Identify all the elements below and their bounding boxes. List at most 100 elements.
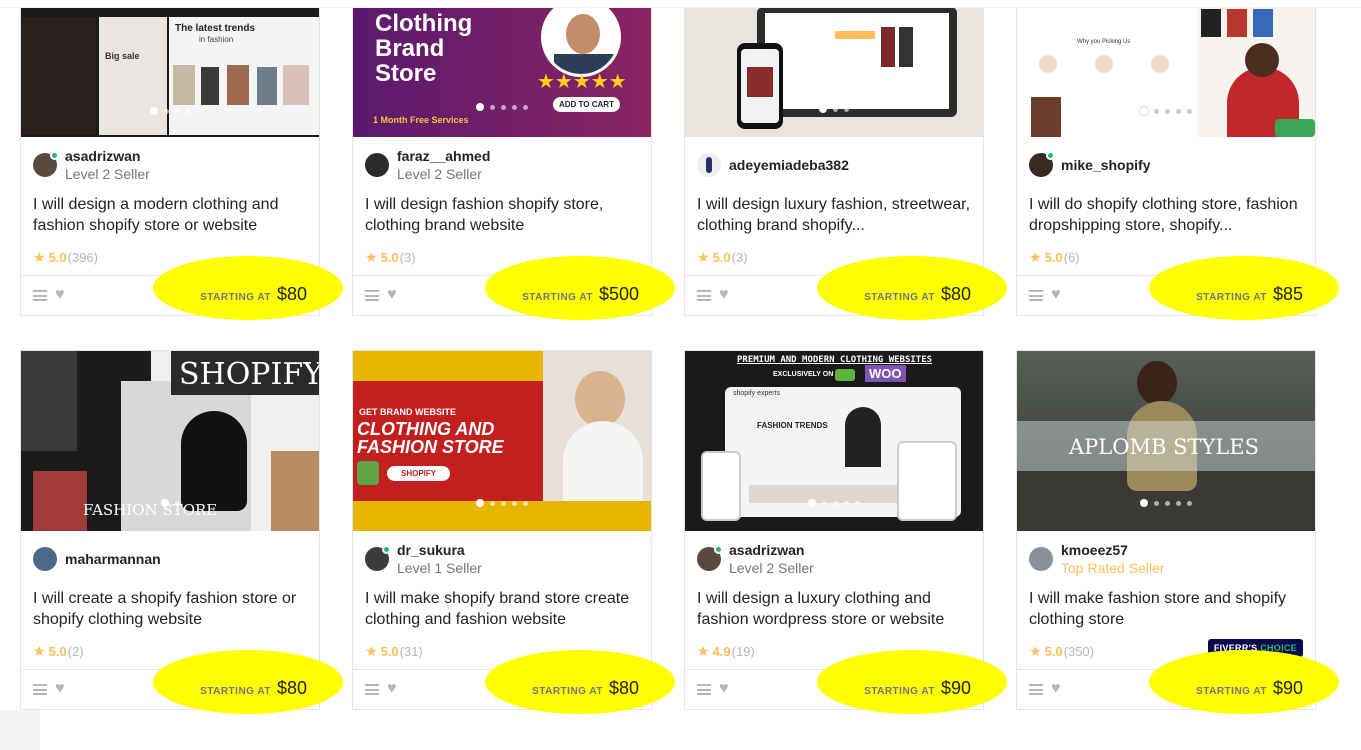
gig-card[interactable]: APLOMB STYLES kmoeez57 Top Rated Seller … [1016, 350, 1339, 714]
seller-info[interactable]: kmoeez57 Top Rated Seller [1029, 539, 1165, 579]
carousel-dots[interactable] [685, 99, 983, 117]
gig-title[interactable]: I will make fashion store and shopify cl… [1029, 588, 1303, 630]
price-label: STARTING AT [1196, 292, 1267, 303]
gig-rating: ★ 5.0 (350) [1029, 643, 1094, 660]
gig-card[interactable]: GET BRAND WEBSITE CLOTHING AND FASHION S… [352, 350, 675, 714]
price-value: $80 [276, 284, 307, 304]
gig-price[interactable]: STARTING AT $90 [864, 678, 971, 699]
seller-info[interactable]: dr_sukura Level 1 Seller [365, 539, 482, 579]
seller-name[interactable]: faraz__ahmed [397, 148, 490, 165]
seller-info[interactable]: maharmannan [33, 539, 161, 579]
price-value: $80 [940, 284, 971, 304]
gig-thumbnail[interactable]: Why you Picking Us [1017, 0, 1315, 137]
seller-avatar[interactable] [33, 547, 57, 571]
heart-icon[interactable]: ♥ [55, 286, 65, 304]
gig-title[interactable]: I will design luxury fashion, streetwear… [697, 194, 971, 236]
cover-line3: FASHION STORE [357, 437, 504, 457]
seller-avatar[interactable] [365, 545, 391, 571]
gig-thumbnail[interactable]: GET BRAND WEBSITE CLOTHING AND FASHION S… [353, 351, 651, 531]
gig-card[interactable]: SHOPIFY FASHION STORE maharmannan I will… [20, 350, 343, 714]
list-icon[interactable] [33, 684, 47, 695]
gig-price[interactable]: STARTING AT $80 [200, 284, 307, 305]
list-icon[interactable] [1029, 684, 1043, 695]
seller-info[interactable]: mike_shopify [1029, 145, 1150, 185]
gig-card[interactable]: The latest trends in fashion Big sale as… [20, 0, 343, 320]
cover-cta: SHOPIFY [387, 466, 451, 481]
gig-title[interactable]: I will do shopify clothing store, fashio… [1029, 194, 1303, 236]
gig-price[interactable]: STARTING AT $90 [1196, 678, 1303, 699]
cover-line1: SHOPIFY [179, 357, 319, 392]
seller-level: Top Rated Seller [1061, 559, 1165, 576]
heart-icon[interactable]: ♥ [387, 680, 397, 698]
carousel-dots[interactable] [353, 493, 651, 511]
gig-thumbnail[interactable] [685, 0, 983, 137]
gig-card[interactable]: Clothing Brand Store ★★★★★ ADD TO CART 1… [352, 0, 675, 320]
heart-icon[interactable]: ♥ [387, 286, 397, 304]
carousel-dots[interactable] [353, 97, 651, 115]
price-value: $80 [276, 678, 307, 698]
seller-avatar[interactable] [1029, 151, 1055, 177]
gig-thumbnail[interactable]: The latest trends in fashion Big sale [21, 0, 319, 137]
cover-line3: FASHION TRENDS [757, 421, 828, 430]
cover-tag: Big sale [105, 51, 140, 61]
gig-thumbnail[interactable]: PREMIUM AND MODERN CLOTHING WEBSITES EXC… [685, 351, 983, 531]
seller-avatar[interactable] [697, 153, 721, 177]
seller-name[interactable]: adeyemiadeba382 [729, 157, 849, 174]
seller-name[interactable]: mike_shopify [1061, 157, 1150, 174]
gig-price[interactable]: STARTING AT $80 [200, 678, 307, 699]
seller-info[interactable]: asadrizwan Level 2 Seller [33, 145, 150, 185]
heart-icon[interactable]: ♥ [1051, 680, 1061, 698]
heart-icon[interactable]: ♥ [719, 286, 729, 304]
rating-value: 5.0 [380, 250, 399, 265]
carousel-dots[interactable] [1017, 101, 1315, 119]
list-icon[interactable] [697, 684, 711, 695]
gig-title[interactable]: I will design fashion shopify store, clo… [365, 194, 639, 236]
heart-icon[interactable]: ♥ [719, 680, 729, 698]
seller-avatar[interactable] [697, 545, 723, 571]
gig-card[interactable]: adeyemiadeba382 I will design luxury fas… [684, 0, 1007, 320]
list-icon[interactable] [33, 290, 47, 301]
gig-thumbnail[interactable]: Clothing Brand Store ★★★★★ ADD TO CART 1… [353, 0, 651, 137]
carousel-dots[interactable] [21, 101, 319, 119]
gig-thumbnail[interactable]: APLOMB STYLES [1017, 351, 1315, 531]
heart-icon[interactable]: ♥ [1051, 286, 1061, 304]
gig-price[interactable]: STARTING AT $80 [864, 284, 971, 305]
list-icon[interactable] [365, 290, 379, 301]
gig-price[interactable]: STARTING AT $80 [532, 678, 639, 699]
corner-stub [0, 710, 40, 750]
cover-woo: WOO [865, 365, 906, 382]
list-icon[interactable] [1029, 290, 1043, 301]
carousel-dots[interactable] [1017, 493, 1315, 511]
seller-avatar[interactable] [1029, 547, 1053, 571]
carousel-dots[interactable] [21, 493, 319, 511]
seller-avatar[interactable] [365, 153, 389, 177]
gig-title[interactable]: I will create a shopify fashion store or… [33, 588, 307, 630]
gig-card[interactable]: PREMIUM AND MODERN CLOTHING WEBSITES EXC… [684, 350, 1007, 714]
seller-avatar[interactable] [33, 151, 59, 177]
seller-info[interactable]: adeyemiadeba382 [697, 145, 849, 185]
gig-rating: ★ 5.0 (31) [365, 643, 423, 660]
list-icon[interactable] [697, 290, 711, 301]
seller-info[interactable]: asadrizwan Level 2 Seller [697, 539, 814, 579]
heart-icon[interactable]: ♥ [55, 680, 65, 698]
seller-name[interactable]: asadrizwan [729, 542, 814, 559]
gig-grid: The latest trends in fashion Big sale as… [0, 0, 1361, 750]
seller-info[interactable]: faraz__ahmed Level 2 Seller [365, 145, 490, 185]
gig-title[interactable]: I will design a modern clothing and fash… [33, 194, 307, 236]
gig-thumbnail[interactable]: SHOPIFY FASHION STORE [21, 351, 319, 531]
seller-name[interactable]: maharmannan [65, 551, 161, 568]
gig-title[interactable]: I will make shopify brand store create c… [365, 588, 639, 630]
online-indicator [50, 151, 59, 160]
gig-price[interactable]: STARTING AT $500 [522, 284, 639, 305]
price-label: STARTING AT [1196, 686, 1267, 697]
gig-title[interactable]: I will design a luxury clothing and fash… [697, 588, 971, 630]
cover-line1: Why you Picking Us [1077, 39, 1131, 45]
gig-footer: ♥ STARTING AT $80 [353, 650, 675, 714]
seller-name[interactable]: asadrizwan [65, 148, 150, 165]
list-icon[interactable] [365, 684, 379, 695]
gig-card[interactable]: Why you Picking Us mike_shopify I will d… [1016, 0, 1339, 320]
gig-price[interactable]: STARTING AT $85 [1196, 284, 1303, 305]
carousel-dots[interactable] [685, 493, 983, 511]
seller-name[interactable]: dr_sukura [397, 542, 482, 559]
seller-name[interactable]: kmoeez57 [1061, 542, 1165, 559]
